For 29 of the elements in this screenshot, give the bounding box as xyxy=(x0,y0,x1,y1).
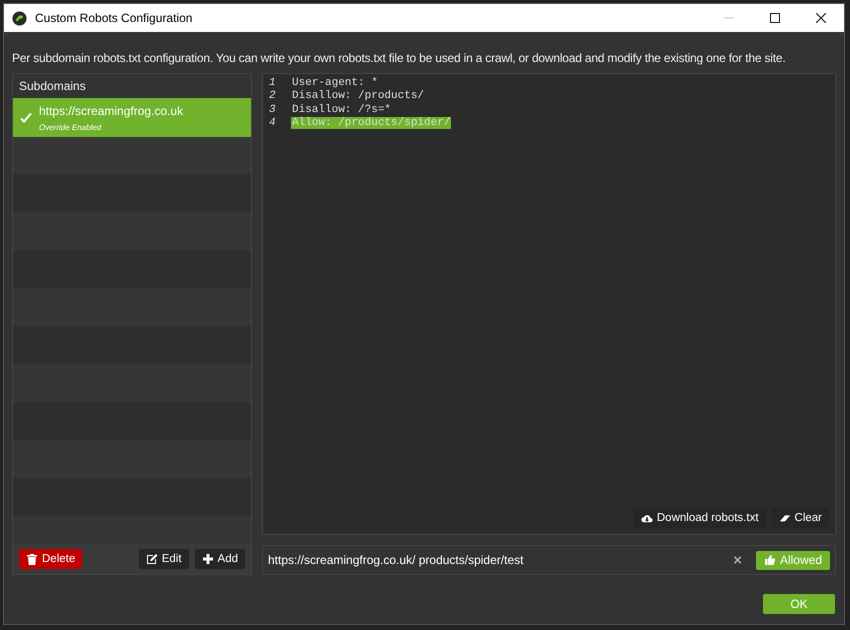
line-number: 2 xyxy=(269,90,277,102)
plus-icon xyxy=(202,553,214,565)
thumbs-up-icon xyxy=(764,554,776,566)
code-editor[interactable]: 1 User-agent: * 2 Disallow: /products/ 3 Disallow: /?s=* 4 Allow: /products/spider/ Download robots.txt Clear xyxy=(262,73,836,535)
close-icon xyxy=(816,13,826,23)
trash-icon xyxy=(26,553,38,565)
status-note: Override Enabled xyxy=(39,122,102,132)
maximize-icon xyxy=(770,13,780,23)
code-line: Disallow: /?s=* xyxy=(291,104,392,116)
code-line: Disallow: /products/ xyxy=(291,90,426,102)
line-number: 4 xyxy=(269,117,277,130)
delete-button[interactable]: Delete xyxy=(19,549,82,569)
test-url-field[interactable]: https://screamingfrog.co.uk/ products/spider/test × Allowed xyxy=(262,545,836,575)
clear-icon-button[interactable]: × xyxy=(727,552,748,568)
frog-logo-icon xyxy=(12,10,27,26)
subdomain-url: https://screamingfrog.co.uk xyxy=(39,104,184,118)
line-number: 3 xyxy=(269,104,277,116)
download-button[interactable]: Download robots.txt xyxy=(634,508,766,528)
edit-icon xyxy=(146,553,158,565)
list-header: Subdomains xyxy=(13,74,251,98)
cloud-download-icon xyxy=(640,512,653,524)
description-text: Per subdomain robots.txt configuration. You can write your own robots.txt file to be used in a crawl, or download and modify the existing one for the site. xyxy=(12,51,786,65)
add-button[interactable]: Add xyxy=(194,549,245,569)
line-number: 1 xyxy=(269,76,277,89)
window-title: Custom Robots Configuration xyxy=(35,11,194,25)
edit-button[interactable]: Edit xyxy=(138,549,189,569)
clear-button[interactable]: Clear xyxy=(772,508,829,528)
code-line: User-agent: * xyxy=(291,76,379,89)
url-text: https://screamingfrog.co.uk/ products/spider/test xyxy=(268,553,524,567)
